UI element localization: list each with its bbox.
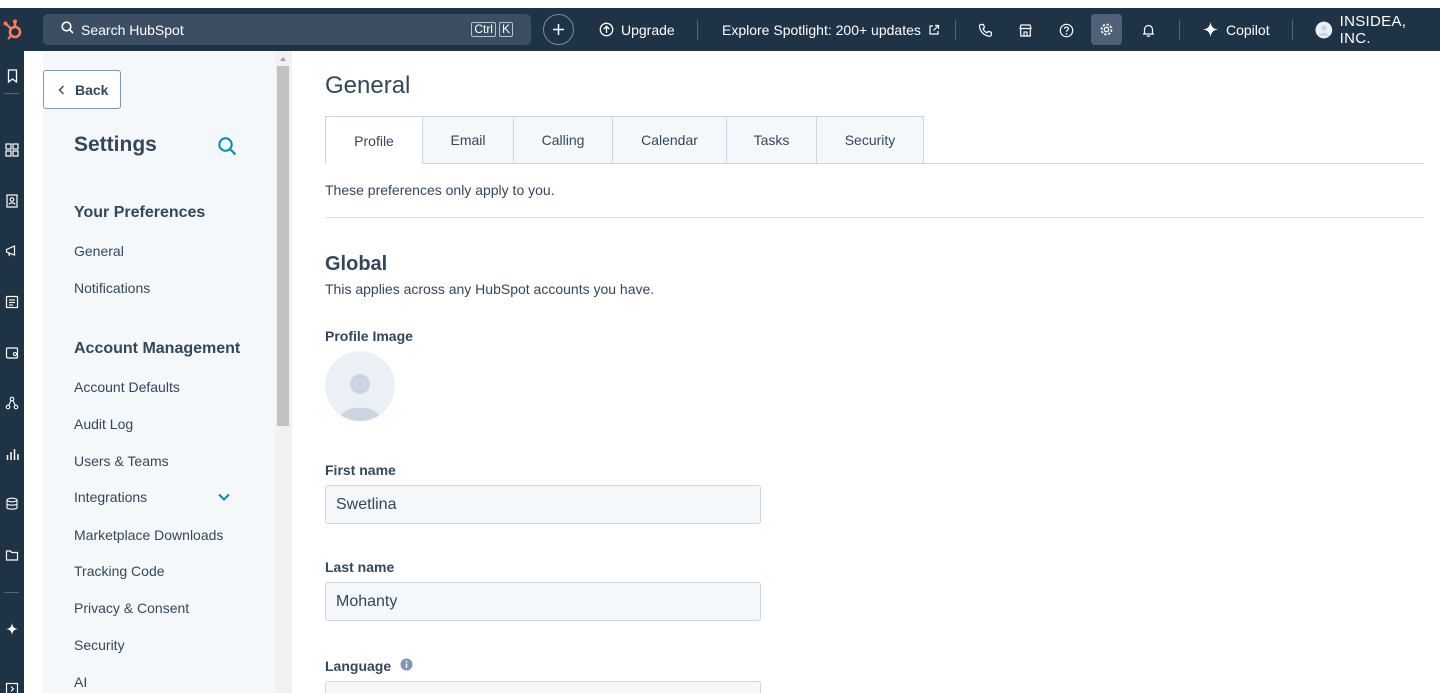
shortcut-key-ctrl: Ctrl bbox=[471, 22, 496, 37]
profile-image-avatar[interactable] bbox=[325, 351, 395, 421]
chevron-left-icon bbox=[58, 85, 64, 94]
tab-email[interactable]: Email bbox=[423, 116, 514, 164]
back-label: Back bbox=[75, 81, 109, 98]
upgrade-button[interactable]: Upgrade bbox=[599, 8, 675, 51]
account-menu-button[interactable]: INSIDEA, INC. bbox=[1315, 8, 1440, 51]
first-name-label: First name bbox=[325, 462, 396, 478]
contacts-icon[interactable] bbox=[3, 192, 21, 210]
back-button[interactable]: Back bbox=[43, 70, 121, 109]
library-folder-icon[interactable] bbox=[3, 546, 21, 564]
settings-title: Settings bbox=[74, 133, 157, 156]
section-heading-account-management: Account Management bbox=[74, 340, 241, 357]
nav-divider bbox=[697, 20, 698, 40]
account-avatar-icon bbox=[1315, 21, 1333, 38]
content-icon[interactable] bbox=[3, 293, 21, 311]
sidebar-item-audit-log[interactable]: Audit Log bbox=[74, 416, 133, 432]
rail-divider bbox=[4, 93, 19, 94]
search-icon bbox=[61, 20, 74, 39]
sidebar-item-ai[interactable]: AI bbox=[74, 674, 87, 690]
create-new-button[interactable] bbox=[543, 14, 574, 45]
external-link-icon bbox=[929, 24, 939, 35]
apps-grid-icon[interactable] bbox=[3, 141, 21, 159]
sparkle-icon[interactable] bbox=[3, 620, 21, 638]
search-shortcut: Ctrl K bbox=[471, 22, 513, 37]
window-top-strip bbox=[0, 0, 1440, 8]
settings-sidebar: Back Settings Your Preferences General N… bbox=[43, 51, 275, 693]
spotlight-link[interactable]: Explore Spotlight: 200+ updates bbox=[722, 8, 940, 51]
plus-icon bbox=[553, 24, 564, 35]
scroll-up-arrow-icon[interactable] bbox=[280, 57, 286, 61]
page-title: General bbox=[325, 72, 411, 99]
nav-divider bbox=[1292, 20, 1293, 40]
sidebar-item-general[interactable]: General bbox=[74, 243, 124, 259]
upgrade-label: Upgrade bbox=[621, 21, 675, 38]
settings-search-icon[interactable] bbox=[217, 136, 237, 156]
account-name: INSIDEA, INC. bbox=[1339, 12, 1407, 47]
sidebar-item-users-teams[interactable]: Users & Teams bbox=[74, 453, 169, 469]
sidebar-item-notifications[interactable]: Notifications bbox=[74, 280, 150, 296]
last-name-input[interactable]: Mohanty bbox=[325, 582, 761, 621]
hubspot-logo-icon[interactable] bbox=[0, 8, 26, 51]
sidebar-item-marketplace-downloads[interactable]: Marketplace Downloads bbox=[74, 527, 223, 543]
sparkle-icon bbox=[1203, 22, 1218, 37]
profile-image-label: Profile Image bbox=[325, 328, 413, 344]
spotlight-label: Explore Spotlight: 200+ updates bbox=[722, 21, 921, 38]
section-heading-your-preferences: Your Preferences bbox=[74, 204, 206, 221]
copilot-label: Copilot bbox=[1226, 21, 1270, 38]
search-placeholder: Search HubSpot bbox=[81, 21, 184, 38]
top-navigation: Search HubSpot Ctrl K Upgrade Explore Sp… bbox=[0, 8, 1440, 51]
sidebar-scrollbar[interactable] bbox=[275, 51, 292, 693]
info-icon[interactable] bbox=[400, 658, 414, 672]
shortcut-key-k: K bbox=[498, 22, 513, 37]
main-content: General Profile Email Calling Calendar T… bbox=[292, 51, 1440, 693]
left-icon-rail bbox=[0, 51, 24, 693]
scrollbar-thumb[interactable] bbox=[277, 66, 289, 426]
language-select[interactable] bbox=[325, 681, 761, 693]
language-label: Language bbox=[325, 658, 392, 674]
preferences-note: These preferences only apply to you. bbox=[325, 182, 555, 198]
sidebar-item-integrations[interactable]: Integrations bbox=[74, 489, 147, 505]
first-name-input[interactable]: Swetlina bbox=[325, 485, 761, 524]
upgrade-icon bbox=[599, 22, 614, 37]
phone-icon[interactable] bbox=[973, 18, 997, 42]
nav-divider bbox=[955, 20, 956, 40]
automation-icon[interactable] bbox=[3, 394, 21, 412]
reporting-icon[interactable] bbox=[3, 445, 21, 463]
help-icon[interactable] bbox=[1054, 18, 1078, 42]
tab-calling[interactable]: Calling bbox=[514, 116, 613, 164]
marketing-megaphone-icon[interactable] bbox=[3, 242, 21, 260]
tab-tasks[interactable]: Tasks bbox=[727, 116, 817, 164]
copilot-button[interactable]: Copilot bbox=[1202, 8, 1270, 51]
last-name-label: Last name bbox=[325, 559, 395, 575]
bookmark-icon[interactable] bbox=[3, 67, 21, 85]
chevron-down-icon[interactable] bbox=[217, 490, 231, 504]
marketplace-icon[interactable] bbox=[1013, 18, 1037, 42]
tab-calendar[interactable]: Calendar bbox=[613, 116, 727, 164]
sidebar-item-privacy-consent[interactable]: Privacy & Consent bbox=[74, 600, 189, 616]
commerce-icon[interactable] bbox=[3, 344, 21, 362]
sidebar-item-tracking-code[interactable]: Tracking Code bbox=[74, 563, 165, 579]
global-section-title: Global bbox=[325, 253, 388, 275]
global-search-input[interactable]: Search HubSpot Ctrl K bbox=[43, 14, 531, 45]
sidebar-item-account-defaults[interactable]: Account Defaults bbox=[74, 379, 180, 395]
tab-profile[interactable]: Profile bbox=[325, 116, 423, 164]
section-divider bbox=[325, 217, 1424, 218]
data-management-icon[interactable] bbox=[3, 495, 21, 513]
nav-divider bbox=[1179, 20, 1180, 40]
settings-gear-icon[interactable] bbox=[1091, 14, 1122, 45]
tab-bar: Profile Email Calling Calendar Tasks Sec… bbox=[325, 116, 924, 164]
tabs-underline bbox=[923, 163, 1424, 164]
notifications-bell-icon[interactable] bbox=[1136, 18, 1160, 42]
expand-rail-icon[interactable] bbox=[3, 680, 21, 693]
sidebar-item-security[interactable]: Security bbox=[74, 637, 125, 653]
rail-divider bbox=[4, 592, 19, 593]
tab-security[interactable]: Security bbox=[817, 116, 924, 164]
global-section-subtitle: This applies across any HubSpot accounts… bbox=[325, 281, 655, 297]
